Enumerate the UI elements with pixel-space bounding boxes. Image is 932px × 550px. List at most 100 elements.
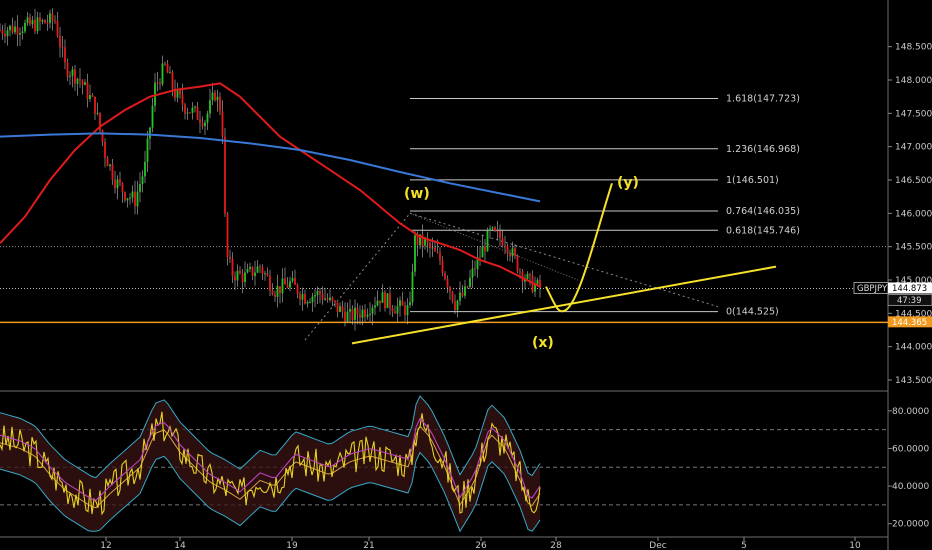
candle-body [156, 82, 159, 84]
price-tick-label: 146.000 [895, 209, 932, 219]
candle-body [491, 227, 494, 229]
candle-body [134, 191, 136, 207]
candle-body [41, 20, 44, 22]
candle-body [116, 179, 119, 189]
candle-body [374, 305, 376, 308]
candle-body [494, 227, 496, 231]
candle-body [149, 127, 151, 139]
candle-body [449, 287, 451, 292]
candle-body [206, 113, 209, 123]
time-tick-label: Dec [649, 541, 666, 550]
candle-body [461, 292, 464, 296]
candle-body [244, 272, 246, 283]
candle-body [16, 26, 19, 35]
candle-body [281, 278, 284, 294]
candle-body [406, 305, 409, 316]
candle-body [86, 82, 89, 100]
candle-body [536, 279, 539, 285]
candle-body [471, 268, 474, 278]
fibonacci-extension: 1.618(147.723) 1.236(146.968) 1(146.501) 0.… [304, 93, 800, 341]
candle-body [296, 284, 299, 295]
candle-body [151, 105, 154, 128]
candle-body [249, 266, 251, 269]
candle-body [9, 25, 11, 31]
candle-body [119, 179, 121, 184]
candle-body [26, 17, 29, 23]
candle-body [379, 300, 381, 303]
candle-body [11, 25, 14, 33]
candle-body [164, 63, 166, 65]
symbol-label: GBPJPY [857, 284, 888, 294]
candle-body [144, 161, 146, 177]
candle-body [211, 92, 214, 101]
price-tick-label: 143.500 [895, 376, 932, 386]
candle-body [411, 271, 414, 303]
candle-body [414, 235, 416, 272]
candle-body [334, 300, 336, 303]
candle-body [81, 80, 84, 85]
candle-body [484, 246, 486, 252]
candle-body [396, 306, 399, 314]
candle-body [39, 17, 41, 22]
fib-level-label: 0.764(146.035) [726, 206, 800, 217]
candle-body [56, 20, 59, 37]
candle-body [336, 302, 339, 312]
candle-body [434, 247, 436, 252]
candle-body [389, 293, 391, 308]
candle-body [284, 278, 286, 285]
candle-body [439, 252, 441, 261]
candle-body [46, 23, 49, 25]
candle-body [364, 309, 366, 317]
candle-body [271, 290, 274, 295]
candle-body [454, 301, 456, 311]
candle-body [381, 292, 384, 303]
candle-body [341, 306, 344, 312]
candle-body [91, 95, 94, 97]
candle-body [184, 104, 186, 114]
candle-body [209, 100, 211, 114]
time-tick-label: 5 [741, 541, 747, 550]
moving-averages [0, 82, 541, 288]
candle-body [191, 107, 194, 113]
support-level-label: 144.365 [892, 318, 927, 328]
price-tick-label: 144.000 [895, 343, 932, 353]
candle-body [0, 30, 1, 31]
candle-body [136, 191, 139, 207]
candle-body [474, 268, 476, 270]
fib-level-label: 0(144.525) [726, 307, 779, 318]
candle-body [44, 20, 46, 24]
candle-body [204, 122, 206, 127]
candle-body [329, 297, 331, 301]
candle-body [354, 307, 356, 321]
candle-body [246, 268, 249, 273]
candle-body [186, 112, 189, 114]
candle-body [226, 213, 229, 257]
candle-body [319, 291, 321, 294]
candle-body [54, 20, 56, 22]
candle-body [489, 228, 491, 231]
candle-body [66, 62, 69, 77]
candle-body [79, 78, 81, 81]
fib-level-label: 1.236(146.968) [726, 144, 800, 155]
candle-body [451, 291, 454, 302]
candle-body [14, 26, 16, 33]
candle-body [311, 296, 314, 303]
projection-path [545, 183, 613, 313]
candle-body [496, 230, 499, 232]
candle-body [6, 30, 9, 37]
candle-body [421, 234, 424, 246]
candle-body [126, 198, 129, 201]
candle-body [516, 255, 519, 272]
candle-body [279, 286, 281, 294]
candle-body [214, 92, 216, 101]
candle-body [384, 292, 386, 309]
candle-body [399, 300, 401, 307]
candle-body [74, 69, 76, 84]
candle-body [189, 112, 191, 114]
candle-body [224, 136, 226, 214]
candle-body [89, 95, 91, 100]
candle-body [356, 307, 359, 315]
candle-body [511, 248, 514, 257]
osc-tick-label: 80.0000 [892, 407, 929, 417]
candle-body [366, 314, 369, 317]
